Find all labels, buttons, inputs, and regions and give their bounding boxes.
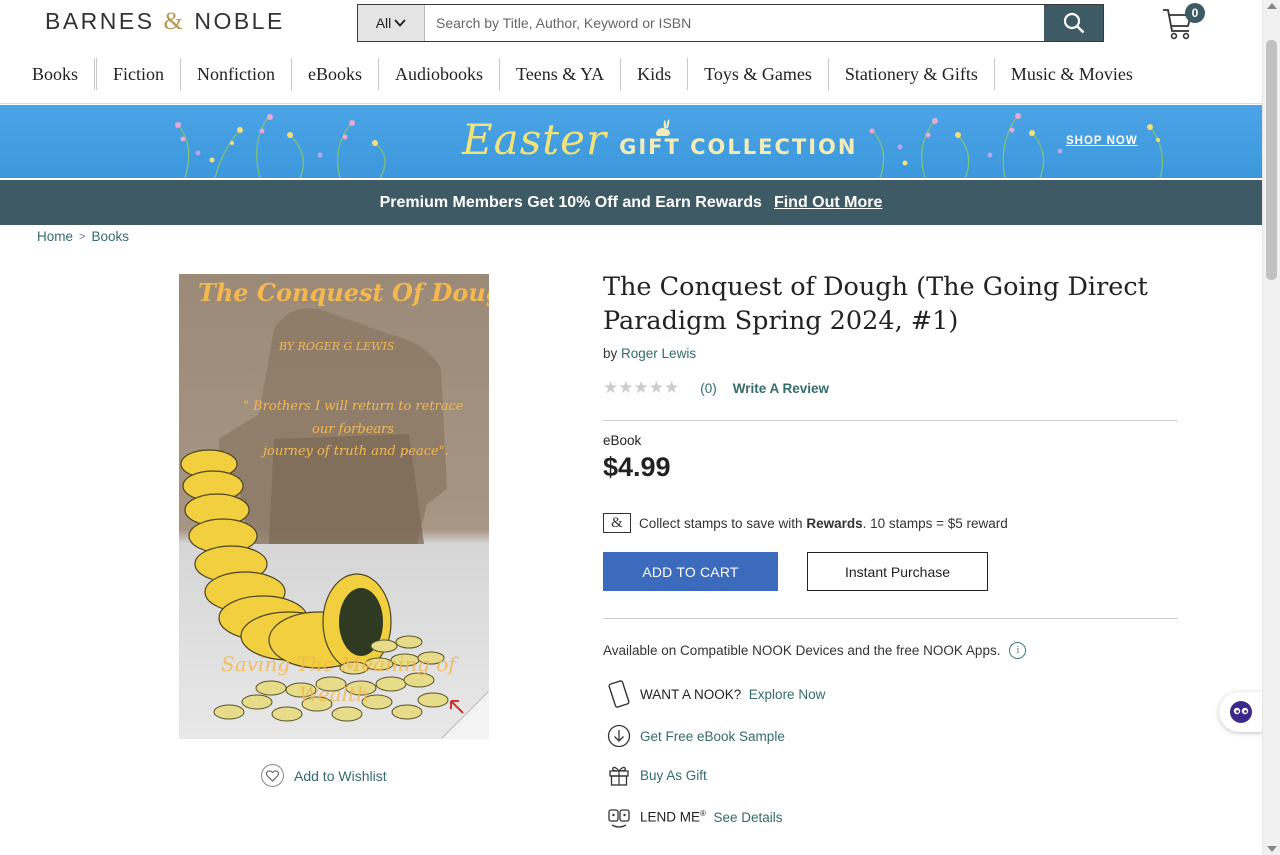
- cover-subtitle-line-1: Saving The Meaning of: [221, 652, 456, 676]
- review-count[interactable]: (0): [700, 381, 717, 396]
- site-logo[interactable]: BARNES & NOBLE: [45, 8, 285, 36]
- breadcrumb-books[interactable]: Books: [91, 229, 129, 244]
- category-nav: Books Fiction Nonfiction eBooks Audioboo…: [16, 58, 1149, 90]
- nav-item-fiction[interactable]: Fiction: [94, 58, 180, 90]
- star-rating: ★★★★★: [603, 378, 680, 397]
- chat-assistant-button[interactable]: [1219, 692, 1263, 732]
- format-label: eBook: [603, 433, 642, 448]
- scroll-down-arrow-icon[interactable]: [1267, 846, 1277, 852]
- nav-item-toys-games[interactable]: Toys & Games: [687, 58, 828, 90]
- section-divider: [603, 618, 1178, 619]
- rewards-info: & Collect stamps to save with Rewards. 1…: [603, 513, 1008, 533]
- search-input[interactable]: [425, 5, 1044, 41]
- cover-author: BY ROGER G LEWIS: [279, 340, 395, 353]
- cover-title: The Conquest Of Dough: [198, 278, 489, 307]
- breadcrumb: Home > Books: [37, 229, 129, 244]
- lend-me-text: LEND ME: [640, 809, 701, 825]
- cover-quote-line-1: " Brothers I will return to retrace: [243, 399, 464, 414]
- nav-item-teens-ya[interactable]: Teens & YA: [499, 58, 620, 90]
- nav-item-kids[interactable]: Kids: [620, 58, 687, 90]
- cover-subtitle-line-2: Wealth: [299, 682, 369, 706]
- chat-bot-icon: [1230, 701, 1252, 723]
- add-to-cart-button[interactable]: ADD TO CART: [603, 552, 778, 591]
- page-scrollbar[interactable]: [1262, 0, 1280, 855]
- free-sample-row[interactable]: Get Free eBook Sample: [606, 724, 785, 748]
- search-bar: All: [357, 4, 1104, 42]
- rewards-text-post: . 10 stamps = $5 reward: [862, 515, 1008, 531]
- breadcrumb-home[interactable]: Home: [37, 229, 73, 244]
- zoom-icon[interactable]: [441, 691, 489, 739]
- logo-text-right: NOBLE: [194, 8, 285, 34]
- book-cover-image[interactable]: The Conquest Of Dough BY ROGER G LEWIS "…: [179, 274, 489, 739]
- see-details-link[interactable]: See Details: [713, 810, 782, 825]
- nav-item-books[interactable]: Books: [16, 58, 94, 90]
- product-title: The Conquest of Dough (The Going Direct …: [603, 272, 1148, 336]
- byline-prefix: by: [603, 346, 618, 361]
- search-scope-label: All: [375, 15, 392, 31]
- cover-quote-line-2: our forbears: [312, 422, 395, 437]
- buy-as-gift-row[interactable]: Buy As Gift: [606, 764, 707, 786]
- easter-banner[interactable]: Easter GIFT COLLECTION SHOP NOW: [0, 105, 1262, 178]
- lend-me-label: LEND ME®: [640, 809, 706, 825]
- nav-divider: [0, 103, 1262, 104]
- breadcrumb-separator: >: [79, 230, 86, 243]
- rating-row: ★★★★★ (0) Write A Review: [603, 378, 829, 398]
- product-price: $4.99: [603, 452, 671, 482]
- nav-item-stationery-gifts[interactable]: Stationery & Gifts: [827, 58, 994, 90]
- nav-item-music-movies[interactable]: Music & Movies: [993, 58, 1149, 90]
- cart-button[interactable]: 0: [1162, 3, 1206, 41]
- logo-ampersand: &: [163, 8, 186, 35]
- scroll-up-arrow-icon[interactable]: [1267, 3, 1277, 9]
- nook-availability: Available on Compatible NOOK Devices and…: [603, 642, 1027, 659]
- want-a-nook-row: WANT A NOOK? Explore Now: [606, 680, 825, 708]
- nav-item-nonfiction[interactable]: Nonfiction: [180, 58, 291, 90]
- cover-quote-line-3: journey of truth and peace".: [263, 444, 449, 459]
- nav-item-audiobooks[interactable]: Audiobooks: [378, 58, 499, 90]
- nav-item-ebooks[interactable]: eBooks: [291, 58, 378, 90]
- availability-text: Available on Compatible NOOK Devices and…: [603, 643, 1001, 658]
- want-a-nook-label: WANT A NOOK?: [640, 686, 742, 702]
- section-divider: [603, 420, 1178, 421]
- nook-device-icon: [606, 680, 631, 708]
- rewards-text-bold: Rewards: [806, 515, 863, 531]
- explore-now-link[interactable]: Explore Now: [749, 687, 826, 702]
- author-link[interactable]: Roger Lewis: [621, 346, 696, 361]
- info-icon[interactable]: i: [1009, 642, 1027, 659]
- cart-count-badge: 0: [1185, 3, 1205, 23]
- download-icon: [606, 724, 631, 748]
- product-byline: by Roger Lewis: [603, 346, 696, 361]
- write-review-link[interactable]: Write A Review: [733, 381, 829, 396]
- add-to-wishlist-label: Add to Wishlist: [294, 767, 387, 784]
- instant-purchase-button[interactable]: Instant Purchase: [807, 552, 988, 591]
- rewards-text-pre: Collect stamps to save with: [639, 515, 803, 531]
- easter-script-text: Easter: [462, 115, 608, 164]
- lend-me-icon: [606, 806, 631, 828]
- logo-text-left: BARNES: [45, 8, 155, 34]
- gift-icon: [606, 764, 631, 786]
- add-to-wishlist-button[interactable]: Add to Wishlist: [261, 764, 387, 787]
- scrollbar-thumb[interactable]: [1266, 40, 1277, 280]
- bunny-icon: [656, 119, 670, 136]
- promo-text: Premium Members Get 10% Off and Earn Rew…: [379, 193, 762, 211]
- heart-icon: [261, 764, 284, 787]
- find-out-more-link[interactable]: Find Out More: [774, 194, 882, 212]
- premium-promo-bar: Premium Members Get 10% Off and Earn Rew…: [0, 180, 1262, 225]
- shop-now-link[interactable]: SHOP NOW: [1066, 135, 1138, 147]
- lend-me-row: LEND ME® See Details: [606, 806, 782, 828]
- search-icon: [1063, 12, 1084, 34]
- rewards-stamp-icon: &: [603, 513, 631, 533]
- search-button[interactable]: [1044, 5, 1103, 41]
- buy-as-gift-link[interactable]: Buy As Gift: [640, 768, 707, 783]
- free-sample-link[interactable]: Get Free eBook Sample: [640, 729, 785, 744]
- registered-mark: ®: [700, 809, 706, 819]
- search-scope-select[interactable]: All: [358, 5, 425, 41]
- chevron-down-icon: [394, 19, 406, 27]
